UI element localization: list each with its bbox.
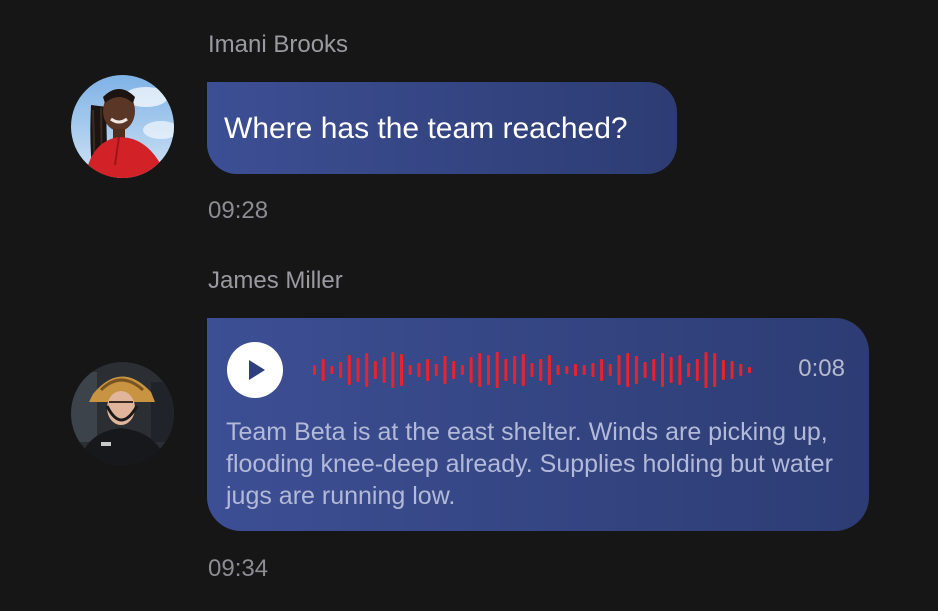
waveform-bar xyxy=(452,361,456,379)
voice-duration: 0:08 xyxy=(798,355,845,382)
waveform-bar xyxy=(469,357,473,383)
woman-portrait-icon xyxy=(71,75,174,178)
firefighter-portrait-icon xyxy=(71,362,174,465)
waveform-bar xyxy=(339,362,343,378)
waveform-bar xyxy=(695,359,699,381)
sender-name: Imani Brooks xyxy=(208,31,349,58)
waveform-bar xyxy=(408,365,412,375)
waveform-bar xyxy=(356,358,360,382)
play-icon xyxy=(249,360,265,380)
waveform-bar xyxy=(382,357,386,383)
waveform-bar xyxy=(373,361,377,379)
waveform-bar xyxy=(391,352,395,388)
waveform-bar xyxy=(582,365,586,375)
waveform-bar xyxy=(556,365,560,375)
audio-waveform[interactable] xyxy=(313,344,763,396)
waveform-bar xyxy=(478,353,482,387)
waveform-bar xyxy=(443,356,447,384)
waveform-bar xyxy=(539,359,543,381)
message-timestamp: 09:28 xyxy=(208,197,269,224)
waveform-bar xyxy=(495,352,499,388)
message-text: Where has the team reached? xyxy=(224,112,628,145)
waveform-bar xyxy=(617,355,621,385)
waveform-bar xyxy=(661,353,664,387)
waveform-bar xyxy=(591,363,595,377)
waveform-bar xyxy=(513,356,517,384)
waveform-bar xyxy=(600,359,604,381)
waveform-bar xyxy=(678,355,682,385)
waveform-bar xyxy=(434,364,438,376)
waveform-bar xyxy=(547,355,551,385)
waveform-bar xyxy=(608,364,612,376)
avatar[interactable] xyxy=(71,75,174,178)
waveform-bar xyxy=(521,354,525,386)
waveform-bar xyxy=(487,355,490,385)
waveform-bar xyxy=(313,365,316,375)
waveform-bar xyxy=(321,359,325,381)
waveform-bar xyxy=(426,359,430,381)
waveform-bar xyxy=(417,363,421,377)
waveform-bar xyxy=(687,363,691,377)
waveform-bar xyxy=(574,364,577,376)
sender-name: James Miller xyxy=(208,267,343,294)
waveform-bar xyxy=(504,359,508,381)
waveform-bar xyxy=(365,353,369,387)
waveform-bar xyxy=(347,355,351,385)
waveform-bar xyxy=(652,359,656,381)
waveform-bar xyxy=(400,354,403,386)
waveform-bar xyxy=(565,366,569,374)
waveform-bar xyxy=(721,360,725,380)
avatar[interactable] xyxy=(71,362,174,465)
message-bubble[interactable]: Where has the team reached? xyxy=(207,82,677,174)
waveform-bar xyxy=(704,352,708,388)
waveform-bar xyxy=(669,357,673,383)
waveform-bar xyxy=(713,353,717,387)
waveform-bar xyxy=(730,361,734,379)
waveform-bar xyxy=(626,353,630,387)
waveform-bar xyxy=(634,356,638,384)
waveform-bar xyxy=(643,362,647,378)
voice-transcript: Team Beta is at the east shelter. Winds … xyxy=(226,418,833,510)
play-button[interactable] xyxy=(227,342,283,398)
waveform-bar xyxy=(330,366,334,374)
waveform-bar xyxy=(748,367,751,373)
voice-message-bubble[interactable]: 0:08 Team Beta is at the east shelter. W… xyxy=(207,318,869,531)
waveform-bar xyxy=(530,363,534,377)
message-timestamp: 09:34 xyxy=(208,555,269,582)
waveform-bar xyxy=(739,364,743,376)
waveform-bar xyxy=(460,365,464,375)
